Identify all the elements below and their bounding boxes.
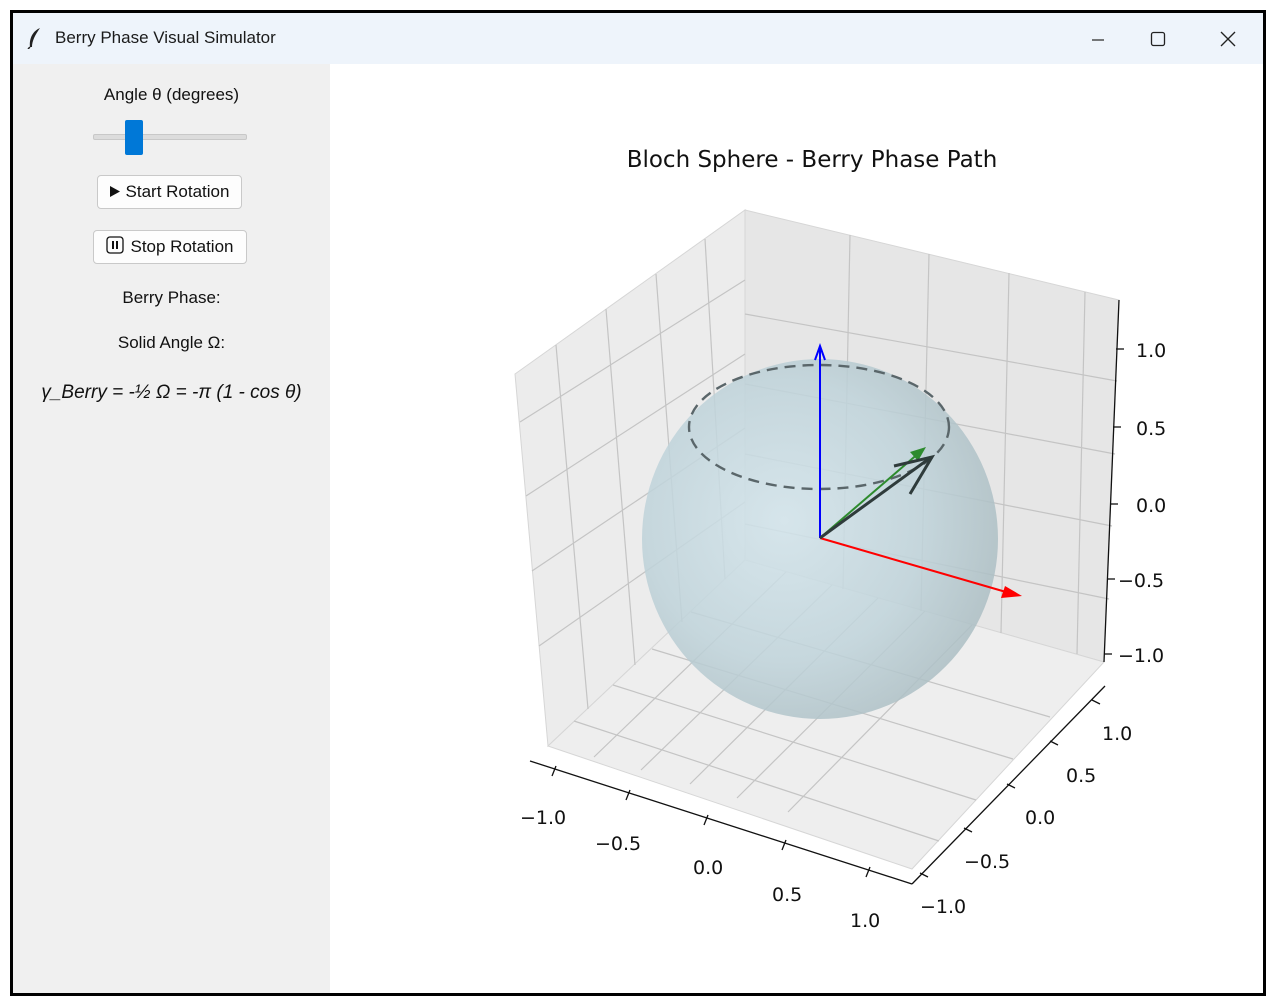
z-tick-3: 0.0 xyxy=(1136,495,1166,517)
x-tick-1: −1.0 xyxy=(520,807,566,829)
z-tick-5: −1.0 xyxy=(1118,645,1164,667)
maximize-icon xyxy=(1150,31,1166,46)
y-tick-5: −1.0 xyxy=(920,896,966,918)
y-tick-2: 0.5 xyxy=(1066,765,1096,787)
x-tick-2: −0.5 xyxy=(595,833,641,855)
solid-angle-label: Solid Angle Ω: xyxy=(117,333,226,352)
berry-phase-label: Berry Phase: xyxy=(122,288,221,307)
y-tick-1: 1.0 xyxy=(1102,723,1132,745)
close-button[interactable] xyxy=(1198,13,1258,64)
plot-title: Bloch Sphere - Berry Phase Path xyxy=(627,147,998,173)
minimize-button[interactable] xyxy=(1068,13,1128,64)
pause-icon xyxy=(106,235,125,259)
x-tick-4: 0.5 xyxy=(772,884,802,906)
control-panel: Angle θ (degrees) Start Rotation Stop Ro… xyxy=(13,64,330,993)
app-window: Berry Phase Visual Simulator Angle θ (de… xyxy=(10,10,1266,996)
stop-rotation-label: Stop Rotation xyxy=(130,237,234,256)
start-rotation-button[interactable]: Start Rotation xyxy=(97,175,242,209)
berry-formula: γ_Berry = -½ Ω = -π (1 - cos θ) xyxy=(41,382,302,403)
x-tick-3: 0.0 xyxy=(693,857,723,879)
z-tick-1: 1.0 xyxy=(1136,340,1166,362)
feather-icon xyxy=(27,28,40,49)
y-tick-4: −0.5 xyxy=(964,851,1010,873)
window-title: Berry Phase Visual Simulator xyxy=(55,28,276,47)
play-icon xyxy=(109,182,120,202)
bloch-sphere-plot[interactable]: Bloch Sphere - Berry Phase Path 1.0 0.5 … xyxy=(330,64,1263,993)
start-rotation-label: Start Rotation xyxy=(125,182,230,201)
z-tick-4: −0.5 xyxy=(1118,570,1164,592)
angle-label: Angle θ (degrees) xyxy=(103,85,240,104)
stop-rotation-button[interactable]: Stop Rotation xyxy=(93,230,247,264)
z-tick-2: 0.5 xyxy=(1136,418,1166,440)
x-tick-5: 1.0 xyxy=(850,910,880,932)
angle-slider-track[interactable] xyxy=(93,134,247,140)
y-tick-3: 0.0 xyxy=(1025,807,1055,829)
angle-slider-thumb[interactable] xyxy=(125,120,143,155)
plot-canvas: Bloch Sphere - Berry Phase Path 1.0 0.5 … xyxy=(514,147,1166,932)
title-bar[interactable]: Berry Phase Visual Simulator xyxy=(13,13,1263,64)
maximize-button[interactable] xyxy=(1128,13,1188,64)
close-icon xyxy=(1220,31,1236,46)
minimize-icon xyxy=(1092,38,1104,41)
